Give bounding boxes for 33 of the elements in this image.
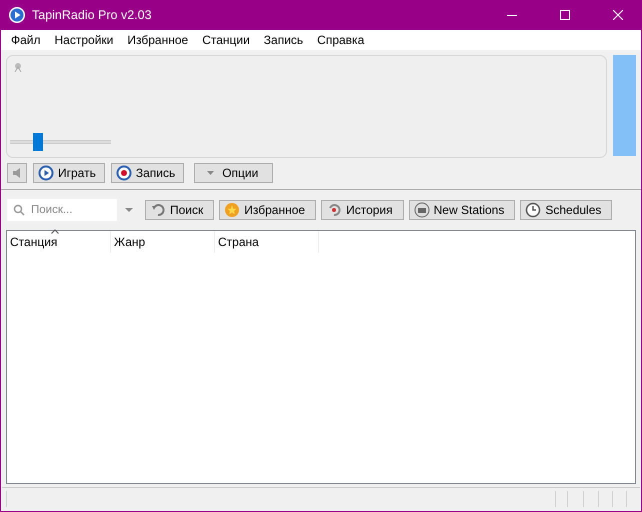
menu-item[interactable]: Настройки xyxy=(48,33,120,47)
mute-button[interactable] xyxy=(7,163,27,183)
menu-item[interactable]: Файл xyxy=(4,33,48,47)
app-logo-icon xyxy=(9,7,25,23)
tab-button[interactable]: Schedules xyxy=(520,200,612,220)
maximize-icon[interactable] xyxy=(560,10,570,20)
slider-thumb[interactable] xyxy=(33,133,44,151)
tab-button[interactable]: New Stations xyxy=(408,200,516,220)
tab-button[interactable]: Поиск xyxy=(145,200,214,220)
refresh-icon xyxy=(150,202,166,218)
column-header[interactable]: Жанр xyxy=(111,231,215,253)
window-title: TapinRadio Pro v2.03 xyxy=(32,8,153,22)
tab-button[interactable]: Избранное xyxy=(219,200,316,220)
clock-icon xyxy=(525,202,542,218)
menu-item[interactable]: Избранное xyxy=(120,33,196,47)
speaker-icon xyxy=(12,167,22,179)
close-icon[interactable] xyxy=(613,10,623,20)
search-field[interactable]: Поиск... xyxy=(7,199,117,221)
minimize-icon[interactable] xyxy=(507,14,517,16)
record-icon xyxy=(116,165,132,181)
play-button[interactable]: Играть xyxy=(33,163,105,183)
options-button[interactable]: Опции xyxy=(194,163,274,183)
record-button[interactable]: Запись xyxy=(110,163,184,183)
menu-item[interactable]: Запись xyxy=(256,33,310,47)
menu-item[interactable]: Станции xyxy=(195,33,257,47)
radio-icon xyxy=(414,202,430,218)
menu-item[interactable]: Справка xyxy=(310,33,372,47)
station-logo-icon xyxy=(13,62,23,72)
column-header[interactable]: Станция xyxy=(7,231,111,253)
play-icon xyxy=(38,165,54,181)
caret-icon xyxy=(207,171,214,175)
column-header[interactable]: Страна xyxy=(215,231,319,253)
tab-button[interactable]: История xyxy=(321,200,404,220)
